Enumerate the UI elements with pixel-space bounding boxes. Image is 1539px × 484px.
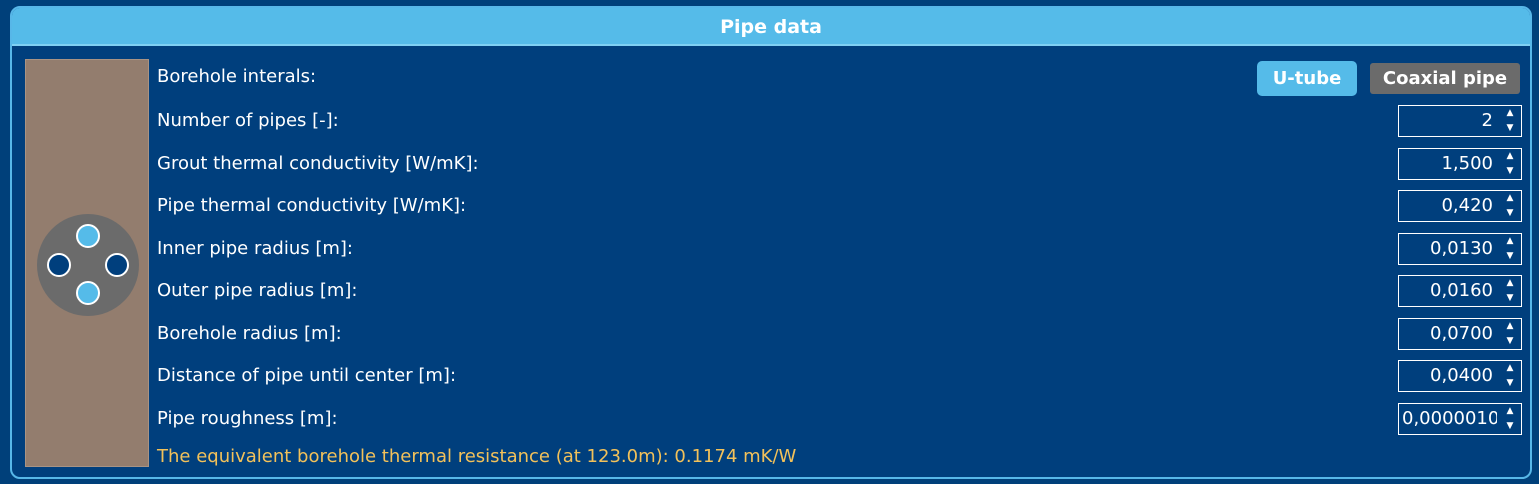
borehole-illustration	[25, 59, 149, 467]
app-frame: Pipe data Borehole interals: U-tube Coax…	[0, 0, 1539, 484]
pipe-roughness-spinbox[interactable]: 0,0000010 ▲ ▼	[1398, 403, 1522, 435]
spin-up-icon[interactable]: ▲	[1499, 361, 1521, 376]
spin-up-icon[interactable]: ▲	[1499, 234, 1521, 249]
pipe-left	[47, 253, 71, 277]
spin-down-icon[interactable]: ▼	[1499, 376, 1521, 391]
spin-up-icon[interactable]: ▲	[1499, 149, 1521, 164]
spin-down-icon[interactable]: ▼	[1499, 334, 1521, 349]
pipe-right	[105, 253, 129, 277]
outer-pipe-radius-value[interactable]: 0,0160	[1399, 276, 1497, 306]
grout-conductivity-label: Grout thermal conductivity [W/mK]:	[157, 153, 479, 174]
spin-up-icon[interactable]: ▲	[1499, 106, 1521, 121]
pipe-roughness-label: Pipe roughness [m]:	[157, 408, 338, 429]
pipe-conductivity-value[interactable]: 0,420	[1399, 191, 1497, 221]
pipe-bottom	[76, 281, 100, 305]
borehole-radius-value[interactable]: 0,0700	[1399, 319, 1497, 349]
inner-pipe-radius-label: Inner pipe radius [m]:	[157, 238, 353, 259]
outer-pipe-radius-label: Outer pipe radius [m]:	[157, 280, 358, 301]
pipe-data-panel: Pipe data Borehole interals: U-tube Coax…	[10, 6, 1532, 479]
u-tube-button[interactable]: U-tube	[1257, 61, 1357, 96]
borehole-radius-spinbox[interactable]: 0,0700 ▲ ▼	[1398, 318, 1522, 350]
spin-down-icon[interactable]: ▼	[1499, 419, 1521, 434]
pipe-conductivity-spinbox[interactable]: 0,420 ▲ ▼	[1398, 190, 1522, 222]
spin-up-icon[interactable]: ▲	[1499, 404, 1521, 419]
pipe-distance-spinbox[interactable]: 0,0400 ▲ ▼	[1398, 360, 1522, 392]
pipe-distance-value[interactable]: 0,0400	[1399, 361, 1497, 391]
spin-down-icon[interactable]: ▼	[1499, 206, 1521, 221]
borehole-internals-label: Borehole interals:	[157, 66, 317, 87]
number-of-pipes-label: Number of pipes [-]:	[157, 110, 339, 131]
grout-conductivity-value[interactable]: 1,500	[1399, 149, 1497, 179]
borehole-radius-label: Borehole radius [m]:	[157, 323, 342, 344]
inner-pipe-radius-spinbox[interactable]: 0,0130 ▲ ▼	[1398, 233, 1522, 265]
pipe-conductivity-label: Pipe thermal conductivity [W/mK]:	[157, 195, 467, 216]
spin-up-icon[interactable]: ▲	[1499, 191, 1521, 206]
coaxial-pipe-button[interactable]: Coaxial pipe	[1370, 63, 1520, 94]
panel-title: Pipe data	[12, 8, 1530, 46]
pipe-distance-label: Distance of pipe until center [m]:	[157, 365, 457, 386]
spin-up-icon[interactable]: ▲	[1499, 276, 1521, 291]
spin-down-icon[interactable]: ▼	[1499, 121, 1521, 136]
borehole-cross-section-icon	[37, 214, 139, 316]
spin-down-icon[interactable]: ▼	[1499, 249, 1521, 264]
spin-down-icon[interactable]: ▼	[1499, 164, 1521, 179]
pipe-top	[76, 224, 100, 248]
pipe-roughness-value[interactable]: 0,0000010	[1399, 404, 1497, 434]
spin-up-icon[interactable]: ▲	[1499, 319, 1521, 334]
inner-pipe-radius-value[interactable]: 0,0130	[1399, 234, 1497, 264]
spin-down-icon[interactable]: ▼	[1499, 291, 1521, 306]
thermal-resistance-result: The equivalent borehole thermal resistan…	[157, 446, 797, 467]
outer-pipe-radius-spinbox[interactable]: 0,0160 ▲ ▼	[1398, 275, 1522, 307]
grout-conductivity-spinbox[interactable]: 1,500 ▲ ▼	[1398, 148, 1522, 180]
number-of-pipes-value[interactable]: 2	[1399, 106, 1497, 136]
number-of-pipes-spinbox[interactable]: 2 ▲ ▼	[1398, 105, 1522, 137]
